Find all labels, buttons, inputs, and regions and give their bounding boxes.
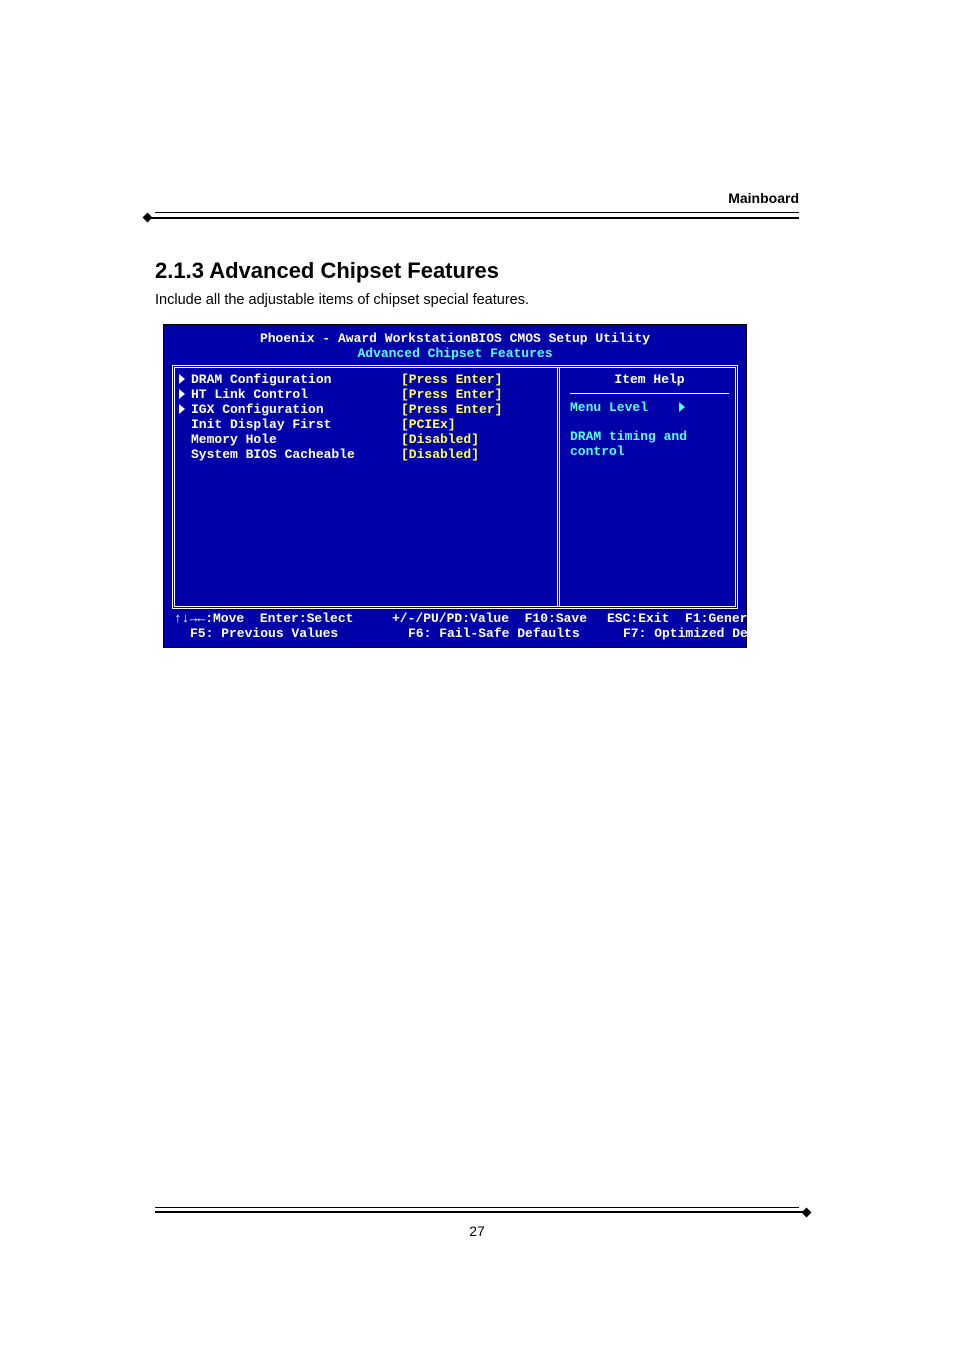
submenu-arrow-icon [179, 372, 191, 387]
top-rule [155, 212, 799, 222]
page-number: 27 [155, 1223, 799, 1239]
bios-item-ht-link[interactable]: HT Link Control [Press Enter] [179, 387, 553, 402]
bottom-rule: 27 [155, 1207, 799, 1239]
bios-item-label: IGX Configuration [191, 402, 401, 417]
bios-item-value: [Press Enter] [401, 402, 502, 417]
footer-exit-hint: ESC:Exit F1:General Help [607, 611, 802, 626]
help-desc-line1: DRAM timing and [570, 429, 729, 444]
submenu-arrow-icon [179, 402, 191, 417]
bios-item-label: Memory Hole [191, 432, 401, 447]
bios-item-label: Init Display First [191, 417, 401, 432]
help-divider [570, 393, 729, 394]
bios-item-value: [Disabled] [401, 432, 479, 447]
bios-title-line1: Phoenix - Award WorkstationBIOS CMOS Set… [168, 331, 742, 346]
spacer [179, 432, 191, 447]
bios-body: DRAM Configuration [Press Enter] HT Link… [172, 365, 738, 609]
spacer [179, 447, 191, 462]
submenu-arrow-icon [179, 387, 191, 402]
help-title: Item Help [570, 372, 729, 387]
bios-item-igx[interactable]: IGX Configuration [Press Enter] [179, 402, 553, 417]
footer-value-hint: +/-/PU/PD:Value F10:Save [392, 611, 607, 626]
bios-screenshot: Phoenix - Award WorkstationBIOS CMOS Set… [163, 324, 747, 648]
help-menu-level: Menu Level [570, 400, 729, 415]
bios-item-bios-cacheable[interactable]: System BIOS Cacheable [Disabled] [179, 447, 553, 462]
bios-item-value: [PCIEx] [401, 417, 456, 432]
bios-item-value: [Press Enter] [401, 372, 502, 387]
bios-left-pane: DRAM Configuration [Press Enter] HT Link… [175, 368, 557, 606]
bios-item-memory-hole[interactable]: Memory Hole [Disabled] [179, 432, 553, 447]
submenu-arrow-icon [679, 402, 685, 412]
bios-item-label: System BIOS Cacheable [191, 447, 401, 462]
section-title: 2.1.3 Advanced Chipset Features [155, 258, 799, 284]
bios-help-pane: Item Help Menu Level DRAM timing and con… [557, 368, 735, 606]
bios-item-label: DRAM Configuration [191, 372, 401, 387]
bios-title: Phoenix - Award WorkstationBIOS CMOS Set… [164, 325, 746, 365]
footer-nav-hint: ↑↓→←:Move Enter:Select [174, 611, 392, 626]
footer-f6-hint: F6: Fail-Safe Defaults [408, 626, 623, 641]
spacer [179, 417, 191, 432]
bios-footer: ↑↓→←:Move Enter:Select +/-/PU/PD:Value F… [164, 609, 746, 647]
footer-f7-hint: F7: Optimized Defaults [623, 626, 795, 641]
bios-item-value: [Disabled] [401, 447, 479, 462]
diamond-icon [802, 1208, 812, 1218]
bios-title-line2: Advanced Chipset Features [168, 346, 742, 361]
bios-item-value: [Press Enter] [401, 387, 502, 402]
section-intro: Include all the adjustable items of chip… [155, 292, 799, 308]
bios-item-dram[interactable]: DRAM Configuration [Press Enter] [179, 372, 553, 387]
bios-item-label: HT Link Control [191, 387, 401, 402]
help-desc-line2: control [570, 444, 729, 459]
bios-item-init-display[interactable]: Init Display First [PCIEx] [179, 417, 553, 432]
footer-f5-hint: F5: Previous Values [174, 626, 408, 641]
menu-level-label: Menu Level [570, 400, 648, 415]
running-head: Mainboard [155, 190, 799, 206]
diamond-icon [143, 212, 153, 222]
